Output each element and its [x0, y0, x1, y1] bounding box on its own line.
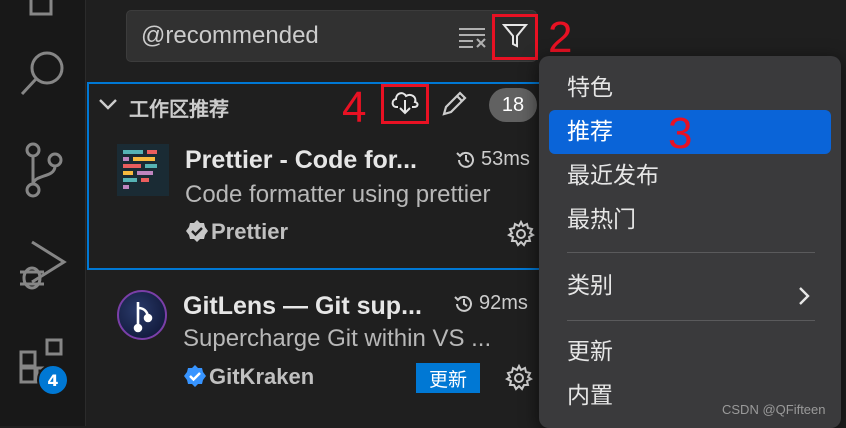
install-workspace-recommended-button[interactable] [381, 84, 429, 124]
extension-name: Prettier - Code for... [185, 146, 417, 174]
extension-search-input[interactable]: @recommended [126, 10, 537, 62]
menu-item-most-popular[interactable]: 最热门 [549, 198, 831, 242]
menu-item-recently-published[interactable]: 最近发布 [549, 154, 831, 198]
menu-item-featured[interactable]: 特色 [549, 66, 831, 110]
search-icon[interactable] [0, 48, 85, 100]
extension-description: Code formatter using prettier [185, 181, 491, 208]
filter-icon [501, 21, 529, 53]
verified-publisher-icon [185, 219, 209, 247]
activation-time-value: 92ms [479, 292, 528, 314]
annotation-3: 3 [668, 109, 693, 158]
annotation-2: 2 [548, 13, 573, 62]
extension-description: Supercharge Git within VS ... [183, 325, 492, 352]
chevron-down-icon [97, 96, 119, 116]
prettier-logo [117, 144, 169, 196]
filter-button[interactable] [492, 14, 538, 60]
activity-bar: 4 [0, 0, 86, 426]
menu-divider [567, 320, 815, 321]
menu-item-category-label: 类别 [567, 273, 613, 299]
verified-publisher-icon [183, 364, 207, 392]
manage-gear-icon[interactable] [505, 363, 533, 396]
update-button[interactable]: 更新 [416, 363, 480, 393]
chevron-right-icon [797, 277, 811, 321]
annotation-4: 4 [342, 83, 367, 132]
extension-publisher: Prettier [211, 219, 289, 244]
activation-time: 92ms [453, 292, 528, 315]
extension-name: GitLens — Git sup... [183, 292, 422, 320]
files-icon[interactable] [0, 0, 85, 22]
menu-item-category[interactable]: 类别 [549, 264, 831, 308]
cloud-download-icon [390, 89, 420, 119]
manage-gear-icon[interactable] [507, 219, 535, 252]
clear-filter-icon[interactable] [457, 25, 487, 53]
history-icon [456, 151, 474, 168]
run-debug-icon[interactable] [0, 238, 85, 294]
configure-recommendations-icon[interactable] [438, 88, 470, 124]
menu-divider [567, 252, 815, 253]
activation-time-value: 53ms [481, 148, 530, 170]
activation-time: 53ms [455, 148, 530, 171]
gitlens-logo [117, 290, 167, 340]
extension-item-prettier[interactable]: Prettier - Code for... 53ms Code formatt… [87, 126, 547, 270]
recommendation-count-badge: 18 [489, 88, 537, 122]
extension-publisher: GitKraken [209, 364, 315, 389]
search-value: @recommended [141, 22, 319, 49]
section-title: 工作区推荐 [129, 97, 229, 121]
extensions-badge: 4 [37, 364, 69, 396]
watermark: CSDN @QFifteen [722, 402, 826, 417]
workspace-recommendations-header[interactable]: 工作区推荐 [87, 82, 547, 126]
history-icon [454, 295, 472, 312]
source-control-icon[interactable] [0, 142, 85, 198]
menu-item-updates[interactable]: 更新 [549, 330, 831, 374]
